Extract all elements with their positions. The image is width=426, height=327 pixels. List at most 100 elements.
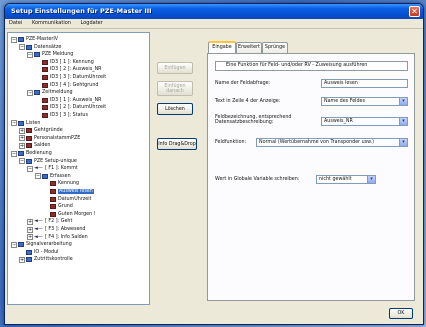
tree-node-label: [ F1 ]: Kommt	[45, 166, 78, 172]
tree-node-label: [ F3 ]: Abwesend	[45, 227, 86, 232]
tree-node-label: Bedienung	[26, 151, 52, 156]
expand-icon[interactable]: +	[27, 218, 33, 225]
key-arrow-icon: ◄—	[34, 165, 43, 172]
name-label: Name der Feldabfrage:	[215, 81, 271, 86]
table-icon	[26, 44, 32, 50]
tree-node-label: IO - Modul	[34, 249, 59, 255]
field-icon	[42, 82, 48, 88]
funktion-label: Feldfunktion:	[215, 140, 247, 145]
close-icon[interactable]: ✕	[409, 6, 420, 17]
tree-node-label: Datensätze	[34, 44, 62, 50]
chevron-down-icon[interactable]: ▾	[399, 139, 407, 146]
field-icon	[50, 204, 56, 210]
tab-eingabe[interactable]: Eingabe	[208, 41, 236, 53]
feld-label: Feldbezeichnung, entsprechend Datensatzb…	[215, 115, 292, 125]
table-icon	[34, 52, 40, 58]
menu-logdater[interactable]: Logdater	[77, 19, 107, 27]
collapse-icon[interactable]: −	[11, 120, 17, 127]
tree-node-label: PZE Meldung	[42, 52, 74, 58]
tree-node-label: Ausweis lesen	[58, 189, 94, 194]
text-select[interactable]: Name des Feldes ▾	[321, 97, 408, 106]
ok-button[interactable]: OK	[389, 308, 413, 319]
expand-icon[interactable]: +	[19, 256, 25, 263]
chevron-down-icon[interactable]: ▾	[399, 98, 407, 105]
table-icon	[42, 173, 48, 179]
field-icon	[42, 67, 48, 73]
field-icon	[42, 59, 48, 65]
loeschen-button[interactable]: Löschen	[157, 103, 193, 115]
key-arrow-icon: ◄—	[34, 226, 43, 232]
einfuegen-danach-button[interactable]: Einfügen danach	[157, 81, 193, 96]
expand-icon[interactable]: +	[19, 127, 25, 134]
eingabe-panel: Eine Funktion für Feld- und/oder RV - Zu…	[207, 53, 415, 301]
expand-icon[interactable]: +	[19, 142, 25, 149]
function-hint: Eine Funktion für Feld- und/oder RV - Zu…	[215, 61, 408, 71]
tree-node-label: [ F2 ]: Geht	[45, 219, 73, 225]
tab-erweitert[interactable]: Erweitert	[236, 42, 262, 53]
text-select-value: Name des Feldes	[324, 99, 365, 104]
field-icon	[50, 211, 56, 217]
field-icon	[26, 135, 32, 141]
tree-node-label: Salden	[34, 143, 51, 149]
wert-select-value: nicht gewählt	[319, 177, 352, 182]
feld-select[interactable]: Ausweis_NR ▾	[321, 117, 408, 126]
collapse-icon[interactable]: −	[19, 44, 25, 51]
wert-label: Wert in Globale Variable schreiben:	[215, 177, 300, 182]
expand-icon[interactable]: +	[27, 234, 33, 241]
tree-node[interactable]: ID3 [ 3 ]: Status	[35, 112, 88, 120]
collapse-icon[interactable]: −	[27, 51, 33, 58]
expand-icon[interactable]: +	[19, 135, 25, 142]
table-icon	[34, 90, 40, 96]
field-icon	[50, 189, 56, 194]
tree-node[interactable]: + Zutrittskontrolle	[19, 256, 73, 264]
einfuegen-button[interactable]: Einfügen	[157, 62, 193, 74]
info-dragdrop-button[interactable]: Info Drag&Drop	[157, 138, 197, 150]
chevron-down-icon[interactable]: ▾	[367, 176, 375, 183]
field-icon	[26, 143, 32, 149]
table-icon	[18, 37, 24, 42]
collapse-icon[interactable]: −	[27, 165, 33, 172]
tree-node-label: ID3 [ 3 ]: DatumUhrzeit	[50, 75, 107, 80]
table-icon	[26, 158, 32, 164]
title-bar[interactable]: Setup Einstellungen für PZE-Master III ✕	[5, 4, 423, 19]
table-icon	[26, 257, 32, 263]
collapse-icon[interactable]: −	[11, 36, 17, 43]
tree-node-label: Listen	[26, 120, 41, 126]
field-icon	[42, 113, 48, 118]
collapse-icon[interactable]: −	[27, 89, 33, 96]
field-icon	[42, 105, 48, 111]
menu-datei[interactable]: Datei	[5, 19, 26, 27]
table-icon	[18, 120, 24, 126]
feld-select-value: Ausweis_NR	[324, 119, 353, 124]
tab-spruenge[interactable]: Sprünge	[262, 42, 288, 53]
tree-node-label: Gehtgründe	[34, 128, 63, 134]
field-icon	[42, 97, 48, 103]
collapse-icon[interactable]: −	[11, 241, 17, 248]
menu-kommunikation[interactable]: Kommunikation	[28, 19, 75, 27]
tree-node-label: ID3 [ 3 ]: Status	[50, 113, 88, 118]
tree-node-label: ID3 [ 2 ]: Ausweis_NR	[50, 67, 102, 73]
funktion-select-value: Normal (Wertübernahme von Transponder us…	[259, 140, 375, 145]
tree-node-label: Zutrittskontrolle	[34, 257, 73, 263]
field-icon	[42, 75, 48, 80]
wert-select[interactable]: nicht gewählt ▾	[316, 175, 376, 184]
tree-node-label: Signalverarbeitung	[26, 242, 72, 248]
collapse-icon[interactable]: −	[35, 173, 41, 180]
setup-window: Setup Einstellungen für PZE-Master III ✕…	[4, 3, 424, 325]
menu-bar: Datei Kommunikation Logdater	[5, 19, 423, 29]
tree-node-label: Grund	[58, 204, 73, 210]
tree-node-label: Erfassen	[50, 173, 71, 179]
name-input[interactable]: Ausweis lesen	[321, 79, 408, 88]
chevron-down-icon[interactable]: ▾	[399, 118, 407, 125]
expand-icon[interactable]: +	[27, 226, 33, 233]
tree-node-label: [ F4 ]: Info Salden	[45, 234, 88, 240]
tree-node-label: ID3 [ 1 ]: Ausweis_NR	[50, 97, 102, 103]
collapse-icon[interactable]: −	[11, 150, 17, 157]
tree-node-label: Kennung	[58, 181, 80, 187]
funktion-select[interactable]: Normal (Wertübernahme von Transponder us…	[256, 138, 408, 147]
collapse-icon[interactable]: −	[19, 158, 25, 165]
setup-tree[interactable]: − PZE-MasterIV − Datensätze − PZE Meldung ID3 …	[7, 32, 150, 305]
field-icon	[50, 196, 56, 202]
tree-node-label: PZE-MasterIV	[26, 37, 59, 42]
tree-node-label: PersonalstammPZE	[34, 135, 81, 141]
